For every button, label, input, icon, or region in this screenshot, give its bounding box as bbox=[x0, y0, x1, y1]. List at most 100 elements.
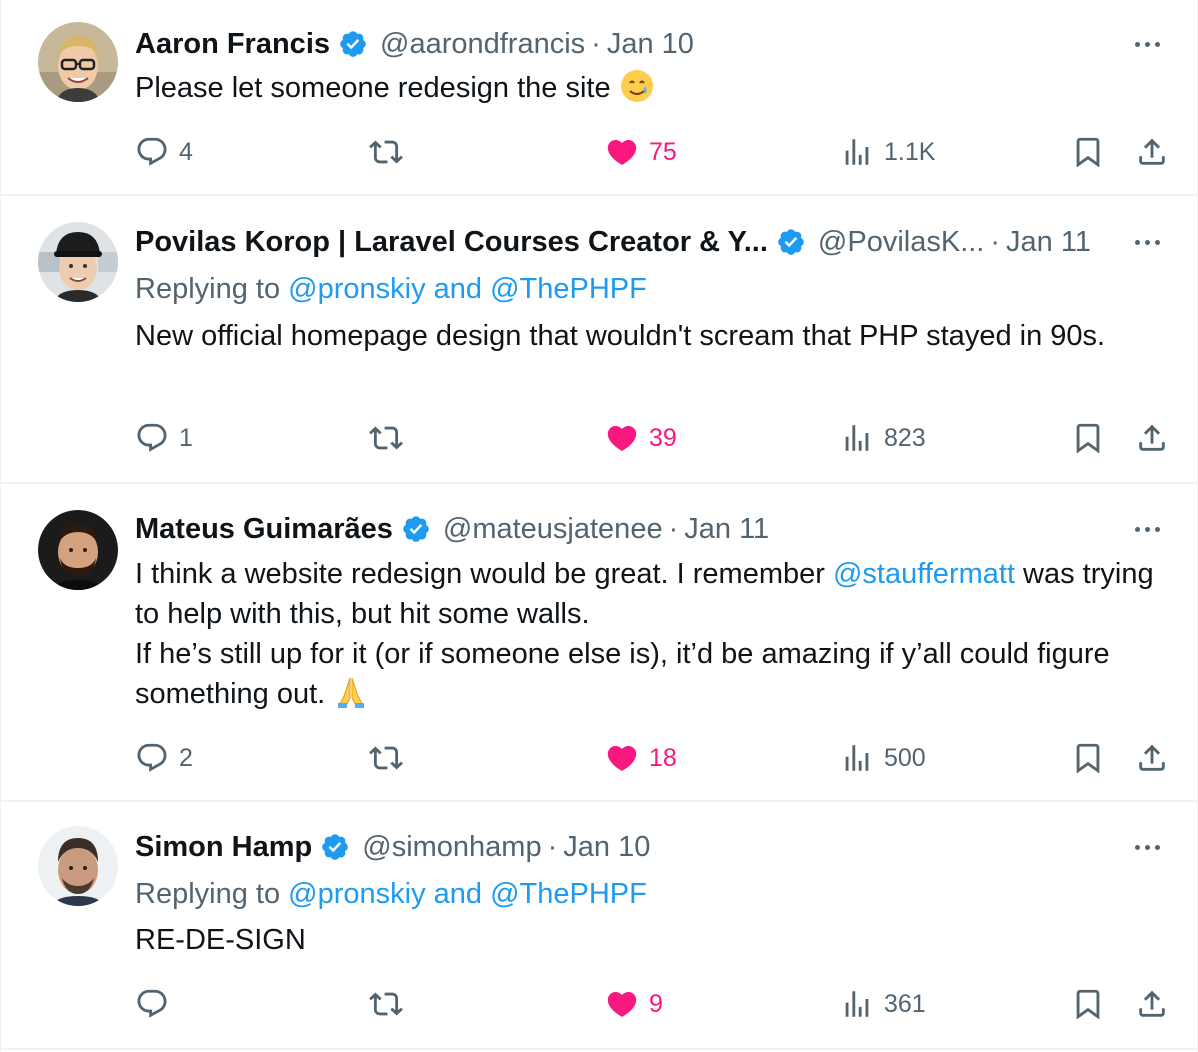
like-button[interactable]: 39 bbox=[605, 418, 677, 458]
avatar[interactable] bbox=[38, 22, 118, 102]
tweet-text: RE-DE-SIGN bbox=[135, 924, 306, 956]
verified-badge-icon[interactable] bbox=[776, 227, 806, 257]
author-handle[interactable]: @aarondfrancis bbox=[380, 28, 585, 61]
bookmark-button[interactable] bbox=[1071, 738, 1105, 778]
replying-to-link[interactable]: @pronskiy and @ThePHPF bbox=[288, 878, 647, 910]
replying-to-prefix: Replying to bbox=[135, 878, 289, 910]
more-icon[interactable] bbox=[1127, 832, 1167, 862]
tweet-date[interactable]: Jan 11 bbox=[684, 513, 769, 546]
tweet-text-paragraph: I think a website redesign would be grea… bbox=[135, 554, 1167, 634]
tweet[interactable]: Mateus Guimarães @mateusjatenee · Jan 11… bbox=[1, 484, 1197, 802]
retweet-button[interactable] bbox=[369, 738, 403, 778]
reply-count: 1 bbox=[179, 423, 193, 452]
tweet-text-content: Please let someone redesign the site bbox=[135, 72, 611, 104]
reply-button[interactable]: 4 bbox=[135, 132, 193, 172]
like-count: 39 bbox=[649, 423, 677, 452]
replying-to-prefix: Replying to bbox=[135, 273, 289, 305]
heart-icon bbox=[607, 991, 637, 1017]
verified-badge-icon[interactable] bbox=[401, 514, 431, 544]
views-count: 500 bbox=[884, 743, 926, 772]
tweet[interactable]: Povilas Korop | Laravel Courses Creator … bbox=[1, 196, 1197, 484]
share-icon bbox=[1139, 744, 1165, 771]
tweet-text: New official homepage design that wouldn… bbox=[135, 320, 1106, 352]
verified-badge-icon[interactable] bbox=[338, 29, 368, 59]
reply-feed: Aaron Francis @aarondfrancis · Jan 10 Pl… bbox=[0, 0, 1198, 1052]
separator-dot: · bbox=[547, 830, 558, 863]
mention-link[interactable]: @stauffermatt bbox=[833, 558, 1015, 590]
like-button[interactable]: 18 bbox=[605, 738, 677, 778]
folded-hands-emoji bbox=[338, 677, 365, 708]
author-name[interactable]: Povilas Korop | Laravel Courses Creator … bbox=[135, 226, 768, 259]
tweet-date[interactable]: Jan 11 bbox=[1006, 226, 1091, 259]
like-count: 9 bbox=[649, 989, 663, 1018]
more-icon[interactable] bbox=[1127, 514, 1167, 544]
reply-icon bbox=[137, 743, 167, 772]
views-icon bbox=[845, 745, 869, 771]
replying-to: Replying to @pronskiy and @ThePHPF bbox=[135, 875, 647, 913]
author-handle[interactable]: @simonhamp bbox=[362, 831, 541, 864]
tweet-date[interactable]: Jan 10 bbox=[607, 28, 694, 61]
tweet-text-paragraph: If he’s still up for it (or if someone e… bbox=[135, 634, 1167, 714]
bookmark-button[interactable] bbox=[1071, 132, 1105, 172]
tweet[interactable]: Aaron Francis @aarondfrancis · Jan 10 Pl… bbox=[1, 0, 1197, 196]
tweet-header: Mateus Guimarães @mateusjatenee · Jan 11 bbox=[135, 509, 1097, 549]
retweet-button[interactable] bbox=[369, 984, 403, 1024]
retweet-button[interactable] bbox=[369, 132, 403, 172]
bookmark-icon bbox=[1076, 743, 1100, 774]
tweet[interactable]: Simon Hamp @simonhamp · Jan 10 Replying … bbox=[1, 802, 1197, 1050]
bookmark-icon bbox=[1076, 989, 1100, 1020]
avatar-image bbox=[38, 22, 118, 102]
views-icon bbox=[845, 139, 869, 165]
tweet-header: Povilas Korop | Laravel Courses Creator … bbox=[135, 222, 1097, 262]
reply-button[interactable]: 2 bbox=[135, 738, 193, 778]
avatar[interactable] bbox=[38, 826, 118, 906]
views-count: 361 bbox=[884, 989, 926, 1018]
bookmark-button[interactable] bbox=[1071, 984, 1105, 1024]
author-name[interactable]: Aaron Francis bbox=[135, 28, 330, 61]
views-button[interactable]: 361 bbox=[840, 984, 926, 1024]
reply-button[interactable]: 1 bbox=[135, 418, 193, 458]
author-name[interactable]: Simon Hamp bbox=[135, 831, 312, 864]
share-button[interactable] bbox=[1135, 738, 1169, 778]
views-button[interactable]: 500 bbox=[840, 738, 926, 778]
avatar-image bbox=[38, 826, 118, 906]
verified-badge-icon[interactable] bbox=[320, 832, 350, 862]
reply-icon bbox=[137, 423, 167, 452]
more-icon[interactable] bbox=[1127, 227, 1167, 257]
bookmark-button[interactable] bbox=[1071, 418, 1105, 458]
more-icon[interactable] bbox=[1127, 29, 1167, 59]
views-button[interactable]: 1.1K bbox=[840, 132, 935, 172]
reply-icon bbox=[137, 137, 167, 166]
like-button[interactable]: 9 bbox=[605, 984, 663, 1024]
share-button[interactable] bbox=[1135, 132, 1169, 172]
action-bar: 9 361 bbox=[135, 984, 1167, 1024]
share-button[interactable] bbox=[1135, 984, 1169, 1024]
views-count: 1.1K bbox=[884, 137, 936, 166]
retweet-button[interactable] bbox=[369, 418, 403, 458]
separator-dot: · bbox=[990, 225, 1001, 258]
tweet-text: Please let someone redesign the site bbox=[135, 68, 1167, 108]
views-button[interactable]: 823 bbox=[840, 418, 926, 458]
like-count: 18 bbox=[649, 743, 677, 772]
like-button[interactable]: 75 bbox=[605, 132, 677, 172]
separator-dot: · bbox=[591, 27, 601, 60]
reply-icon bbox=[137, 989, 167, 1018]
heart-icon bbox=[607, 139, 637, 165]
author-name[interactable]: Mateus Guimarães bbox=[135, 513, 393, 546]
retweet-icon bbox=[369, 426, 403, 450]
avatar[interactable] bbox=[38, 222, 118, 302]
share-button[interactable] bbox=[1135, 418, 1169, 458]
tweet-date[interactable]: Jan 10 bbox=[563, 831, 650, 864]
tweet-text-content: I think a website redesign would be grea… bbox=[135, 558, 833, 590]
reply-button[interactable] bbox=[135, 984, 179, 1024]
author-handle[interactable]: @PovilasK... bbox=[818, 226, 984, 259]
replying-to: Replying to @pronskiy and @ThePHPF bbox=[135, 270, 647, 308]
share-icon bbox=[1139, 990, 1165, 1017]
heart-icon bbox=[607, 745, 637, 771]
views-count: 823 bbox=[884, 423, 926, 452]
author-handle[interactable]: @mateusjatenee bbox=[443, 513, 663, 546]
views-icon bbox=[845, 425, 869, 451]
replying-to-link[interactable]: @pronskiy and @ThePHPF bbox=[288, 273, 647, 305]
avatar[interactable] bbox=[38, 510, 118, 590]
reply-count: 2 bbox=[179, 743, 193, 772]
